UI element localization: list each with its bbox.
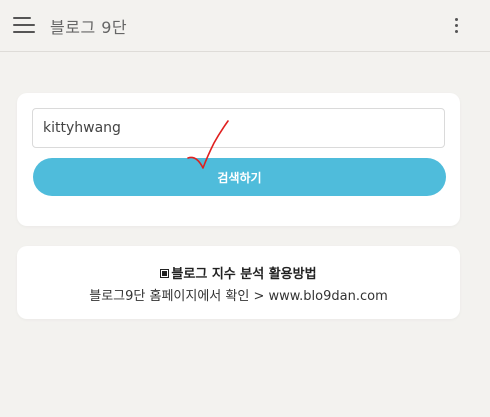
square-bullet-icon	[160, 269, 170, 278]
search-button[interactable]: 검색하기	[33, 158, 446, 196]
top-app-bar: 블로그 9단	[0, 0, 490, 52]
app-title: 블로그 9단	[50, 18, 128, 37]
info-title-text: 블로그 지수 분석 활용방법	[171, 267, 317, 282]
search-input[interactable]	[32, 108, 445, 148]
more-options-icon[interactable]	[448, 16, 464, 36]
info-card: 블로그 지수 분석 활용방법 블로그9단 홈페이지에서 확인 > www.blo…	[17, 246, 460, 319]
info-title: 블로그 지수 분석 활용방법	[17, 263, 460, 282]
search-card: 검색하기	[17, 93, 460, 226]
hamburger-menu-icon[interactable]	[13, 14, 37, 36]
homepage-link[interactable]: 블로그9단 홈페이지에서 확인 > www.blo9dan.com	[17, 285, 460, 304]
